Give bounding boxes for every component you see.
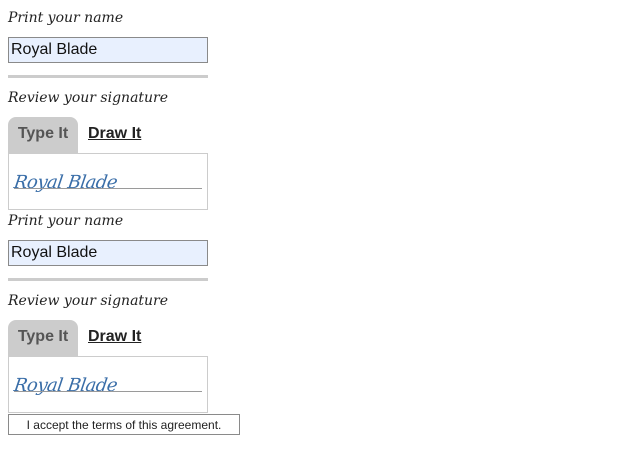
signature-baseline bbox=[14, 188, 202, 189]
signature-text: Royal Blade bbox=[12, 172, 119, 193]
section-divider bbox=[8, 278, 208, 281]
signature-preview-canvas: Royal Blade bbox=[12, 375, 119, 396]
tab-draw-it[interactable]: Draw It bbox=[88, 117, 141, 153]
tab-type-it[interactable]: Type It bbox=[8, 320, 78, 356]
name-input[interactable] bbox=[8, 240, 208, 266]
print-name-label: Print your name bbox=[8, 213, 124, 229]
signature-section-1: Print your name Review your signature Ty… bbox=[8, 8, 218, 213]
signature-preview: Royal Blade bbox=[8, 153, 208, 210]
signature-tabs: Type It Draw It bbox=[8, 117, 208, 153]
accept-terms-button[interactable]: I accept the terms of this agreement. bbox=[8, 414, 240, 435]
print-name-label: Print your name bbox=[8, 10, 124, 26]
name-input[interactable] bbox=[8, 37, 208, 63]
signature-section-2: Print your name Review your signature Ty… bbox=[8, 211, 218, 416]
tab-type-it[interactable]: Type It bbox=[8, 117, 78, 153]
review-signature-label: Review your signature bbox=[8, 293, 169, 309]
signature-tabs: Type It Draw It bbox=[8, 320, 208, 356]
signature-preview: Royal Blade bbox=[8, 356, 208, 413]
review-signature-label: Review your signature bbox=[8, 90, 169, 106]
tab-draw-it[interactable]: Draw It bbox=[88, 320, 141, 356]
signature-text: Royal Blade bbox=[12, 375, 119, 396]
signature-baseline bbox=[14, 391, 202, 392]
section-divider bbox=[8, 75, 208, 78]
signature-preview-canvas: Royal Blade bbox=[12, 172, 119, 193]
